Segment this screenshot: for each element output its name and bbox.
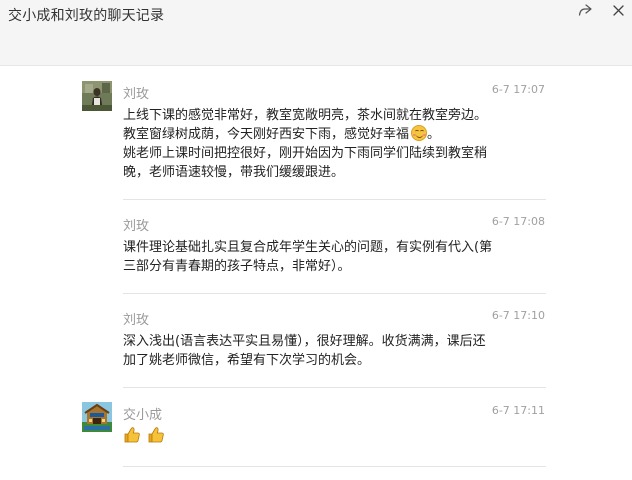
chat-history-window: 交小成和刘玫的聊天记录 刘玫 6-7 17:07 上线下课的感觉非常好，教室宽敞… [0, 0, 632, 480]
message-divider [123, 466, 546, 467]
message-time: 6-7 17:07 [491, 83, 545, 96]
share-button[interactable] [573, 0, 597, 20]
message-list[interactable]: 刘玫 6-7 17:07 上线下课的感觉非常好，教室宽敞明亮，茶水间就在教室旁边… [0, 66, 632, 480]
title-bar: 交小成和刘玫的聊天记录 [0, 0, 632, 66]
sender-name: 刘玫 [123, 87, 150, 102]
message-text: 上线下课的感觉非常好，教室宽敞明亮，茶水间就在教室旁边。 教室窗绿树成荫，今天刚… [123, 106, 543, 182]
sender-name: 交小成 [123, 408, 163, 423]
message-divider [123, 293, 546, 294]
smiling-face-emoji-icon [411, 125, 428, 141]
message-time: 6-7 17:08 [491, 215, 545, 228]
sender-name: 刘玫 [123, 313, 150, 328]
message-line-tail: 。 [427, 127, 441, 142]
share-forward-icon [578, 4, 592, 16]
message-line: 深入浅出(语言表达平实且易懂），很好理解。收货满满，课后还 [123, 334, 486, 349]
message-line: 课件理论基础扎实且复合成年学生关心的问题，有实例有代入(第 [123, 240, 493, 255]
message-divider [123, 387, 546, 388]
message-divider [123, 199, 546, 200]
message-text [123, 426, 543, 445]
message-text: 课件理论基础扎实且复合成年学生关心的问题，有实例有代入(第 三部分有青春期的孩子… [123, 238, 543, 276]
message-line: 晚，老师语速较慢，带我们缓缓跟进。 [123, 165, 345, 180]
message-line: 加了姚老师微信，希望有下次学习的机会。 [123, 353, 371, 368]
close-icon [612, 4, 624, 16]
message-line: 教室窗绿树成荫，今天刚好西安下雨，感觉好幸福 。 [123, 125, 543, 144]
avatar[interactable] [82, 402, 112, 432]
message-line: 姚老师上课时间把控很好，刚开始因为下雨同学们陆续到教室稍 [123, 146, 488, 161]
thumbs-up-icon [124, 427, 140, 443]
message-line: 三部分有青春期的孩子特点，非常好）。 [123, 259, 351, 274]
close-button[interactable] [606, 0, 630, 20]
avatar[interactable] [82, 81, 112, 111]
message-line: 上线下课的感觉非常好，教室宽敞明亮，茶水间就在教室旁边。 [123, 108, 488, 123]
thumbs-up-icon [148, 427, 164, 443]
message-time: 6-7 17:11 [491, 404, 545, 417]
message-time: 6-7 17:10 [491, 309, 545, 322]
message-text: 深入浅出(语言表达平实且易懂），很好理解。收货满满，课后还 加了姚老师微信，希望… [123, 332, 543, 370]
sender-name: 刘玫 [123, 219, 150, 234]
window-title: 交小成和刘玫的聊天记录 [8, 8, 165, 24]
message-line-text: 教室窗绿树成荫，今天刚好西安下雨，感觉好幸福 [123, 127, 410, 142]
